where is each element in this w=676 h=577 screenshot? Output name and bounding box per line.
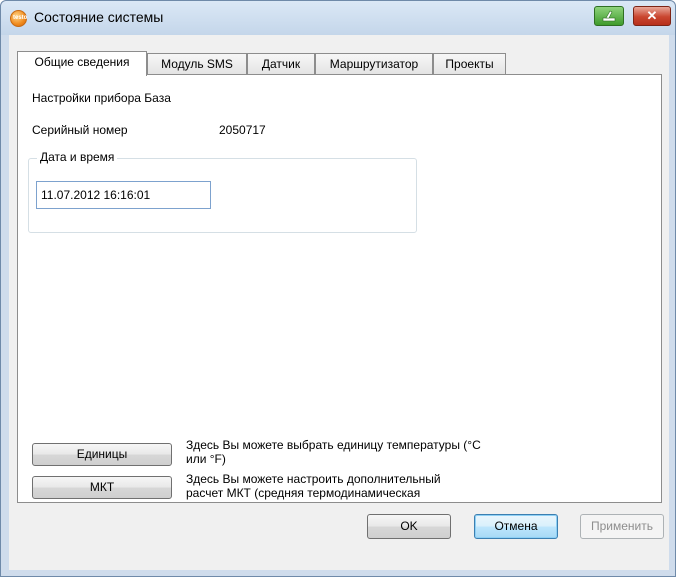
title-bar[interactable]: testo Состояние системы ✕ xyxy=(1,1,675,35)
mkt-desc-line-2: расчет МКТ (средняя термодинамическая xyxy=(186,486,421,500)
serial-number-label: Серийный номер xyxy=(32,123,128,137)
mkt-desc-line-1: Здесь Вы можете настроить дополнительный xyxy=(186,472,441,486)
ok-button[interactable]: OK xyxy=(367,514,451,539)
cancel-button[interactable]: Отмена xyxy=(474,514,558,539)
close-button[interactable]: ✕ xyxy=(633,6,671,26)
restore-button[interactable] xyxy=(594,6,624,26)
apply-button[interactable]: Применить xyxy=(580,514,664,539)
units-desc-line-1: Здесь Вы можете выбрать единицу температ… xyxy=(186,438,481,452)
device-settings-label: Настройки прибора База xyxy=(32,91,171,105)
restore-icon xyxy=(602,10,616,22)
tab-general[interactable]: Общие сведения xyxy=(17,51,147,76)
dialog-client-area: Общие сведения Модуль SMS Датчик Маршрут… xyxy=(9,35,669,570)
general-tab-panel: Настройки прибора База Серийный номер 20… xyxy=(17,74,662,503)
datetime-field[interactable]: 11.07.2012 16:16:01 xyxy=(36,181,211,209)
close-icon: ✕ xyxy=(646,8,658,23)
tab-sms-module[interactable]: Модуль SMS xyxy=(147,53,247,75)
mkt-description: Здесь Вы можете настроить дополнительный… xyxy=(186,472,441,500)
units-desc-line-2: или °F) xyxy=(186,452,226,466)
app-icon-text: testo xyxy=(13,15,28,21)
tab-projects[interactable]: Проекты xyxy=(433,53,506,75)
datetime-group-title: Дата и время xyxy=(37,150,118,164)
system-status-window: testo Состояние системы ✕ Общие сведения… xyxy=(0,0,676,577)
window-title: Состояние системы xyxy=(34,9,164,25)
units-description: Здесь Вы можете выбрать единицу температ… xyxy=(186,438,481,466)
datetime-groupbox: Дата и время 11.07.2012 16:16:01 xyxy=(28,150,417,233)
testo-app-icon: testo xyxy=(10,10,27,27)
tab-sensor[interactable]: Датчик xyxy=(247,53,315,75)
tab-router[interactable]: Маршрутизатор xyxy=(315,53,433,75)
units-button[interactable]: Единицы xyxy=(32,443,172,466)
mkt-button[interactable]: МКТ xyxy=(32,476,172,499)
serial-number-value: 2050717 xyxy=(219,123,266,137)
